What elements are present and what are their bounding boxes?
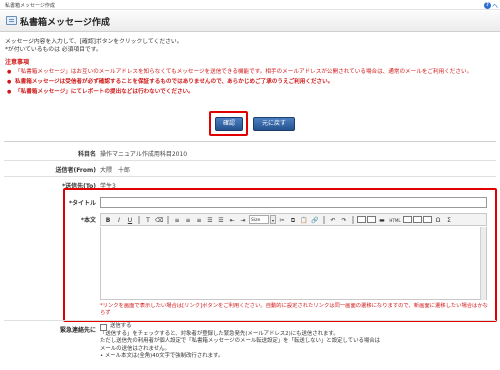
- top-bar: 私書箱メッセージ作成 ? ヘ: [0, 0, 500, 10]
- editor-highlight: [63, 188, 497, 322]
- intro-line: メッセージ内容を入力して、[確認]ボタンをクリックしてください。: [5, 39, 183, 45]
- urgent-desc-line: ただし送信先の利用者が個人設定で「私書箱メッセージのメール転送設定」を「転送しな…: [100, 338, 381, 344]
- mailbox-icon: [6, 16, 17, 25]
- notes-section: 注意事項 「私書箱メッセージ」はお互いのメールアドレスを知らなくてもメッセージを…: [5, 57, 495, 97]
- intro-text: メッセージ内容を入力して、[確認]ボタンをクリックしてください。 *が付いている…: [5, 38, 183, 54]
- page-header: 私書箱メッセージ作成: [0, 11, 500, 32]
- sender-value: 大隈 十郎: [100, 167, 131, 174]
- urgent-desc-line: 「送信する」をチェックすると、対象者が登録した緊急発先(メールアドレス2)にも送…: [100, 330, 339, 337]
- urgent-checkbox[interactable]: [100, 324, 107, 331]
- reset-button[interactable]: 元に戻す: [253, 117, 295, 131]
- row-divider: [4, 176, 496, 177]
- note-item: 「私書箱メッセージ」にてレポートの提出などは行わないでください。: [5, 87, 495, 97]
- subject-label: 科目名: [77, 151, 96, 158]
- help-icon[interactable]: ?: [483, 2, 491, 9]
- confirm-highlight: [209, 111, 248, 136]
- notes-heading: 注意事項: [5, 59, 30, 66]
- notes-list: 「私書箱メッセージ」はお互いのメールアドレスを知らなくてもメッセージを送信できる…: [5, 67, 495, 97]
- urgent-contact-label: 緊急連絡先に: [59, 327, 96, 334]
- page-title: 私書箱メッセージ作成: [20, 18, 110, 28]
- help-label[interactable]: ヘ: [492, 1, 498, 10]
- urgent-contact-section: 送信する 「送信する」をチェックすると、対象者が登録した緊急発先(メールアドレス…: [100, 323, 490, 361]
- subject-value: 操作マニュアル作成用科目2010: [100, 151, 188, 158]
- note-item: 私書箱メッセージは受信者が必ず確認することを保証するものではありませんので、あら…: [5, 77, 495, 87]
- help-link[interactable]: ? ヘ: [483, 1, 498, 10]
- note-item: 「私書箱メッセージ」はお互いのメールアドレスを知らなくてもメッセージを送信できる…: [5, 67, 495, 77]
- intro-line: *が付いているものは 必須項目です。: [5, 47, 102, 53]
- urgent-checkbox-label[interactable]: 送信する: [110, 323, 132, 329]
- row-divider: [4, 160, 496, 161]
- sender-label: 送信者(From): [55, 167, 96, 174]
- urgent-desc-line: メールの送信はされません。: [100, 345, 170, 352]
- urgent-desc-line: • メール本文は(全角)40文字で強制改行されます。: [100, 353, 224, 359]
- window-caption: 私書箱メッセージ作成: [5, 3, 55, 9]
- row-divider: [4, 320, 496, 321]
